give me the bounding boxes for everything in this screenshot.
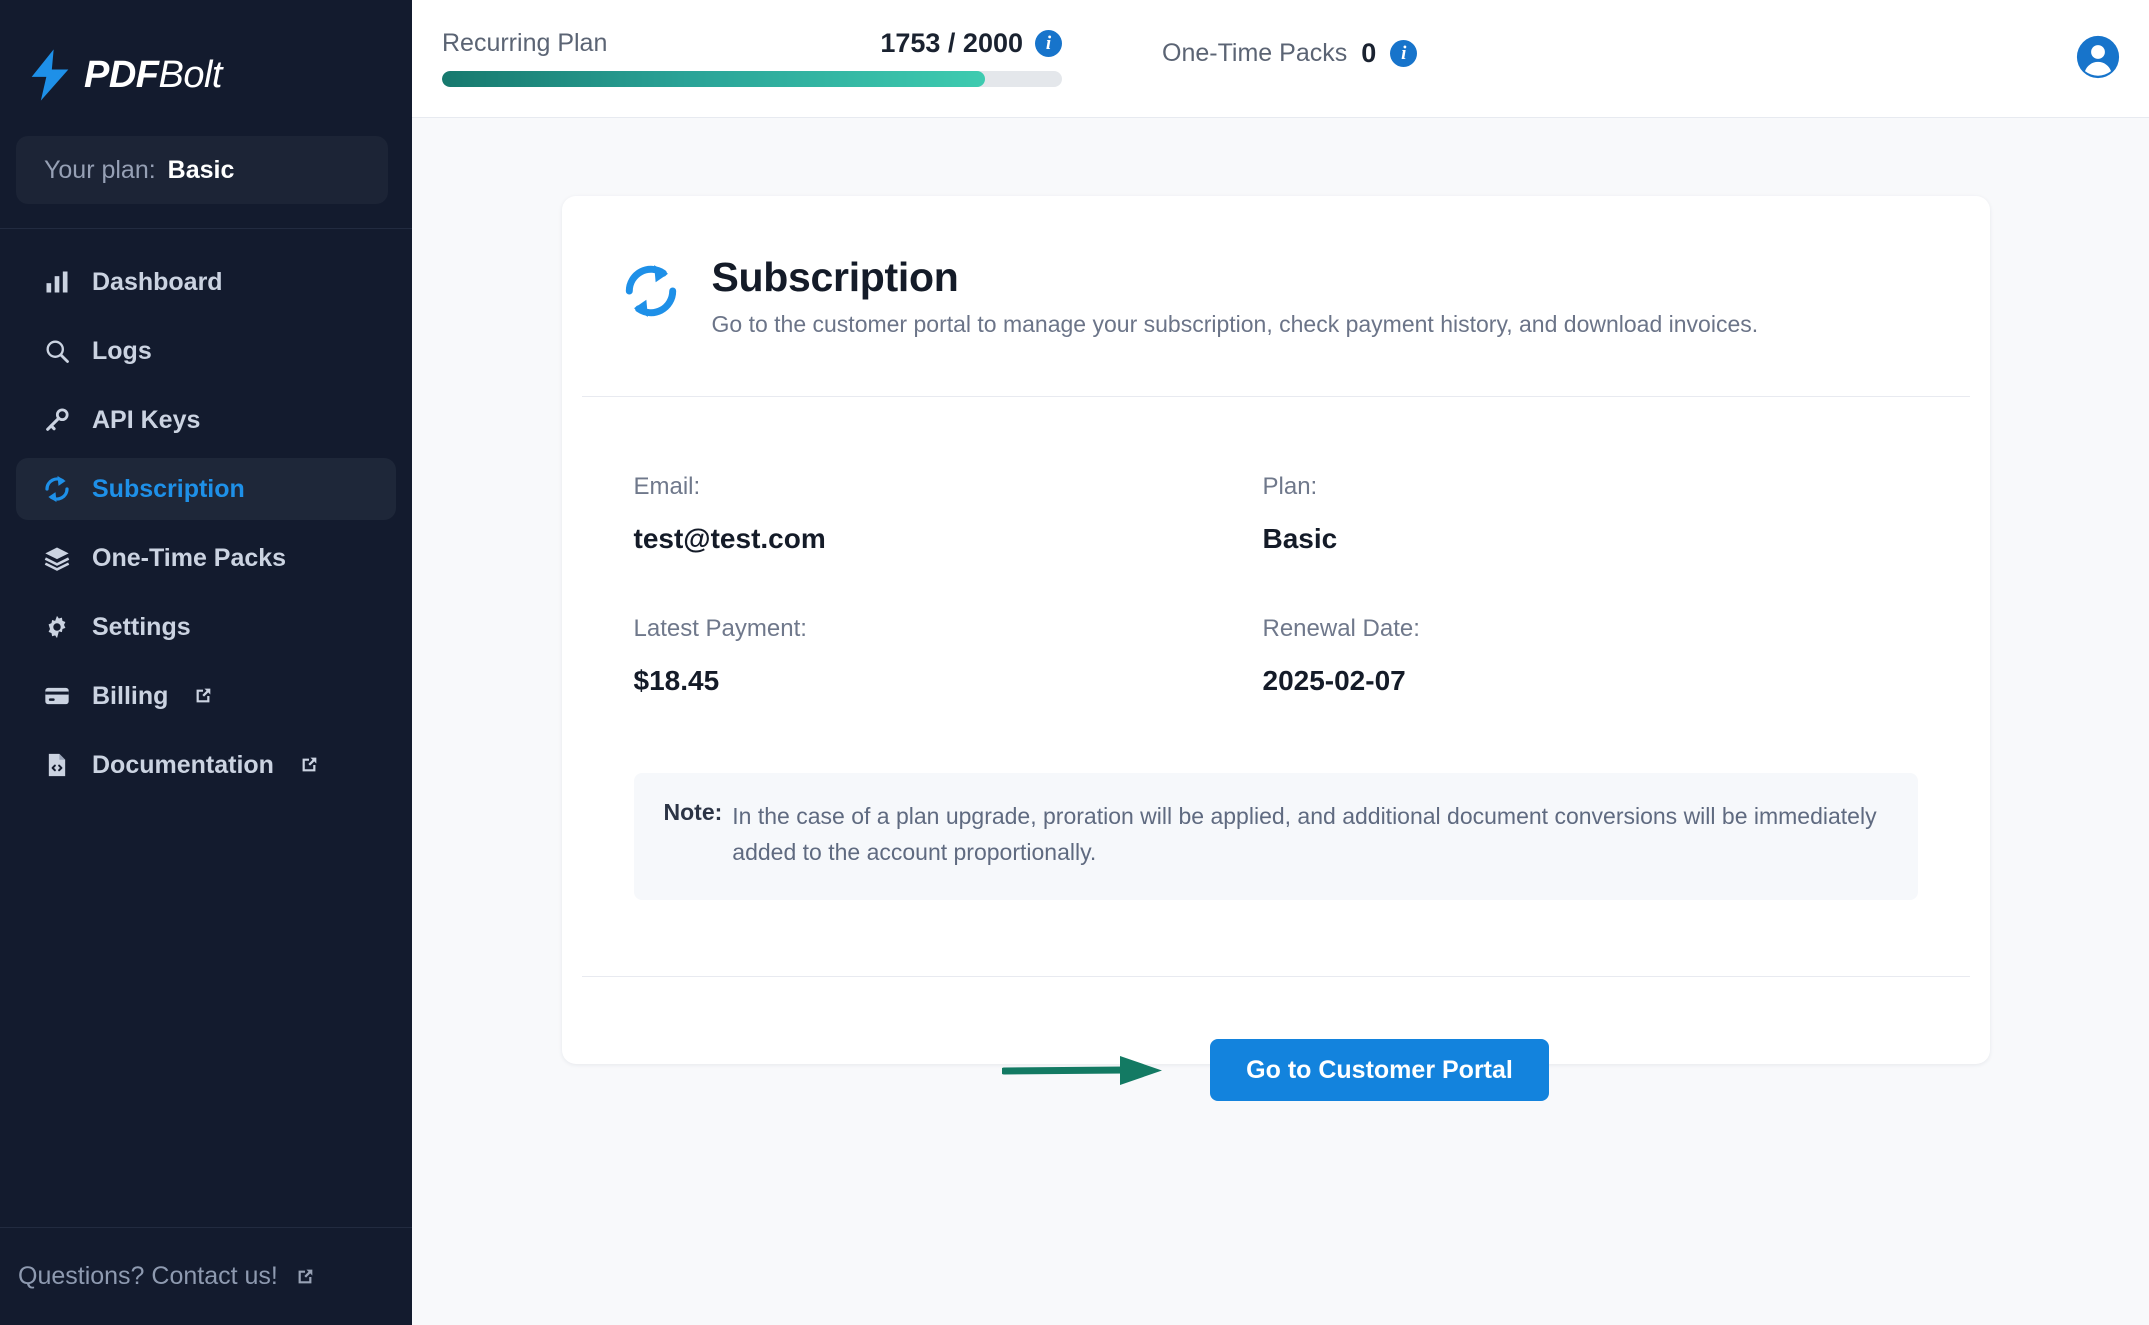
sidebar-item-documentation[interactable]: Documentation [16,734,396,796]
recurring-plan-row: Recurring Plan 1753 / 2000 i [442,28,1062,59]
recurring-plan-count: 1753 / 2000 [880,28,1023,58]
your-plan-box: Your plan: Basic [16,136,388,204]
field-renewal-date: Renewal Date: 2025-02-07 [1263,615,1892,697]
file-code-icon [42,750,72,780]
sync-icon [625,265,676,317]
sidebar-item-label: Documentation [92,750,274,779]
sidebar-nav: Dashboard Logs API Keys Subscription One… [0,229,412,803]
field-email: Email: test@test.com [634,473,1263,555]
lightning-bolt-icon [31,49,69,101]
sync-icon [42,474,72,504]
info-icon[interactable]: i [1035,30,1062,57]
recurring-plan-usage: Recurring Plan 1753 / 2000 i [412,0,1062,87]
app-root: PDFBolt Your plan: Basic Dashboard Logs [0,0,2149,1325]
your-plan-value: Basic [167,155,235,184]
field-value: Basic [1262,523,1338,554]
field-label: Plan: [1262,473,1318,500]
brand-name-bold: PDF [84,53,159,96]
green-arrow-annotation [1002,1056,1163,1086]
field-latest-payment: Latest Payment: $18.45 [634,615,1263,697]
contact-us-link[interactable]: Questions? Contact us! [18,1262,278,1291]
sidebar-item-subscription[interactable]: Subscription [16,458,396,520]
one-time-packs-label: One-Time Packs [1162,39,1348,67]
subscription-card: Subscription Go to the customer portal t… [561,196,1990,1102]
field-value: 2025-02-07 [1262,665,1406,696]
subscription-fields: Email: test@test.com Plan: Basic Latest … [562,397,1892,697]
note-box: Note: In the case of a plan upgrade, pro… [633,773,1918,901]
one-time-packs-usage: One-Time Packs 0 i [1062,0,1418,69]
card-subtitle: Go to the customer portal to manage your… [711,311,1759,337]
field-label: Latest Payment: [633,615,807,642]
your-plan-label: Your plan: [44,155,156,184]
recurring-plan-right: 1753 / 2000 i [880,28,1062,59]
field-plan: Plan: Basic [1263,473,1892,555]
field-value: test@test.com [633,523,826,554]
brand-logo[interactable]: PDFBolt [0,0,412,118]
sidebar-item-one-time-packs[interactable]: One-Time Packs [16,527,396,589]
card-header: Subscription Go to the customer portal t… [562,196,1990,338]
cta-row: Go to Customer Portal [562,1039,1990,1102]
external-link-icon [302,757,317,772]
sidebar-item-settings[interactable]: Settings [16,596,396,658]
sidebar-footer: Questions? Contact us! [0,1227,412,1325]
sidebar: PDFBolt Your plan: Basic Dashboard Logs [0,0,412,1325]
card-divider-bottom [581,976,1970,978]
topbar: Recurring Plan 1753 / 2000 i One-Time Pa… [412,0,2149,118]
sidebar-item-billing[interactable]: Billing [16,665,396,727]
card-header-text: Subscription Go to the customer portal t… [712,254,1759,338]
content-area: Subscription Go to the customer portal t… [412,118,2149,1325]
go-to-customer-portal-button[interactable]: Go to Customer Portal [1210,1039,1549,1102]
main-area: Recurring Plan 1753 / 2000 i One-Time Pa… [412,0,2149,1325]
layers-icon [42,543,72,573]
note-label: Note: [663,799,723,825]
search-icon [42,336,72,366]
user-avatar-icon[interactable] [2075,34,2121,80]
field-label: Renewal Date: [1262,615,1420,642]
sidebar-item-dashboard[interactable]: Dashboard [16,251,396,313]
gear-icon [42,612,72,642]
sidebar-item-api-keys[interactable]: API Keys [16,389,396,451]
brand-name-light: Bolt [158,53,223,96]
sidebar-item-label: Dashboard [92,267,223,296]
page-title: Subscription [711,254,959,300]
sidebar-item-label: Settings [92,612,191,641]
brand-name: PDFBolt [84,54,222,97]
field-value: $18.45 [633,665,720,696]
field-label: Email: [633,473,701,500]
info-icon[interactable]: i [1390,40,1418,67]
bar-chart-icon [42,267,72,297]
external-link-icon [196,688,211,703]
sidebar-item-label: API Keys [92,405,201,434]
key-icon [42,405,72,435]
note-text: In the case of a plan upgrade, proration… [732,803,1877,865]
sidebar-item-label: Subscription [92,474,245,503]
sidebar-item-label: Billing [92,681,169,710]
sidebar-item-label: One-Time Packs [92,543,287,572]
sidebar-item-label: Logs [92,336,152,365]
credit-card-icon [42,681,72,711]
sidebar-item-logs[interactable]: Logs [16,320,396,382]
external-link-icon [298,1269,313,1283]
recurring-plan-progress-fill [442,71,986,87]
one-time-packs-count: 0 [1361,38,1377,68]
recurring-plan-label: Recurring Plan [442,29,608,57]
recurring-plan-progress-track [442,71,1062,87]
